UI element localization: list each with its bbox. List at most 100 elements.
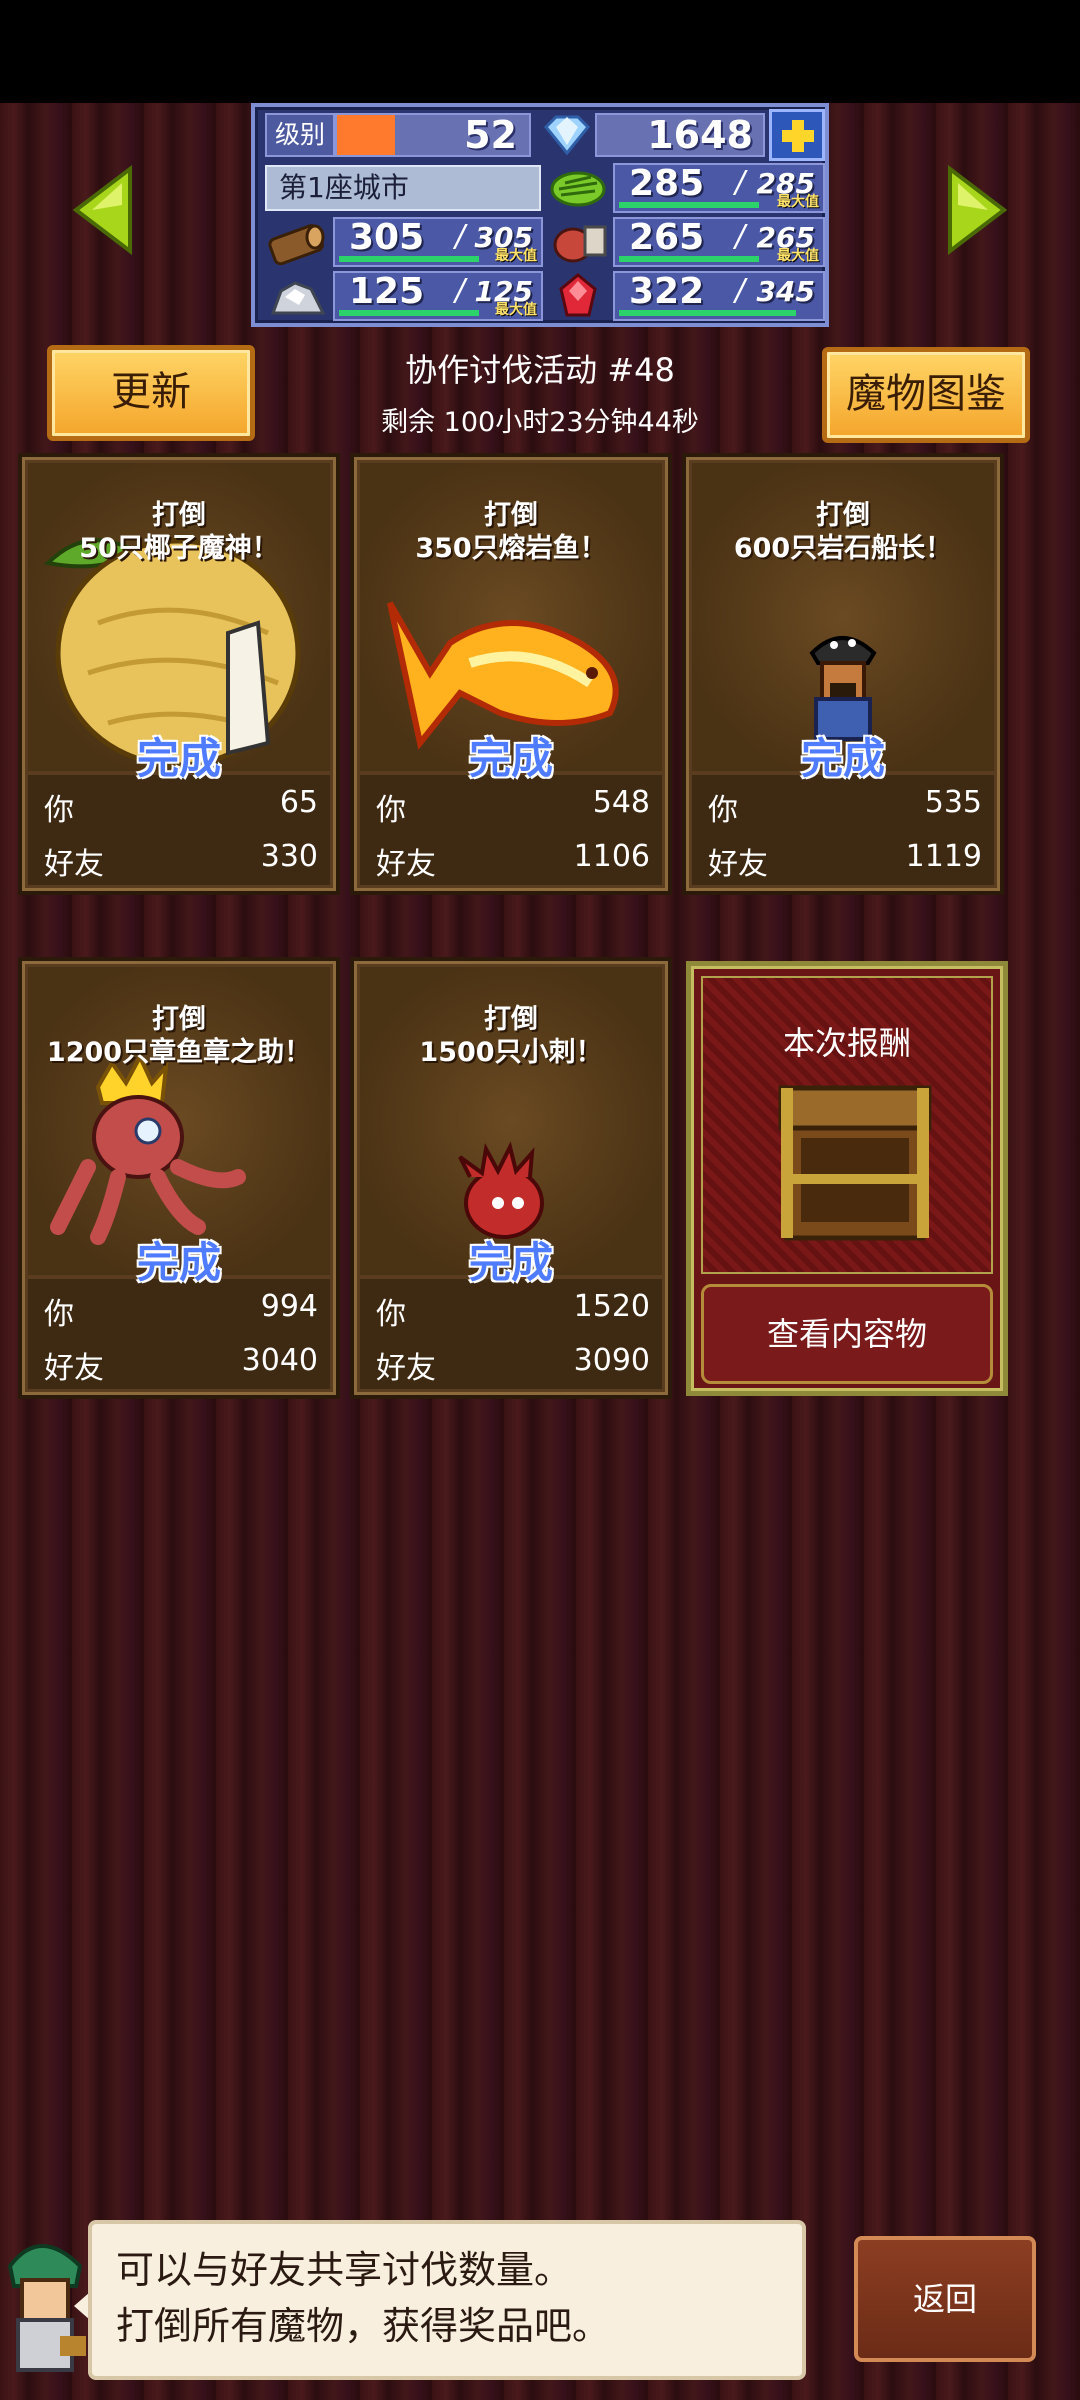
back-button[interactable]: 返回 [854,2236,1036,2362]
meat-value: 265 [629,217,705,258]
friend-label: 好友 [708,847,768,882]
level-progress-fill [337,115,395,155]
grass-value: 285 [629,163,705,204]
quest-title-line2: 1500只小刺！ [419,1037,603,1068]
reward-card: 本次报酬 查看内容物 [686,961,1008,1396]
grass-max-label: 最大值 [777,194,819,210]
city-name[interactable]: 第1座城市 [265,165,541,211]
quest-title: 打倒 600只岩石船长！ [692,499,994,565]
ruby-resource: 322 / 345 [613,271,825,321]
grass-resource: 285 / 285 最大值 [613,163,825,213]
ore-slash: / [455,273,466,308]
friend-row: 好友 1106 [372,839,654,882]
arrow-right-icon [948,164,1008,256]
hint-dialog: 可以与好友共享讨伐数量。 打倒所有魔物，获得奖品吧。 [88,2220,806,2380]
meat-icon [545,217,611,267]
wood-resource: 305 / 305 最大值 [333,217,543,267]
you-row: 你 994 [40,1289,322,1332]
quest-complete-badge: 完成 [468,1238,553,1287]
quest-complete-badge: 完成 [800,734,885,783]
event-time-remaining: 剩余 100小时23分钟44秒 [381,407,699,438]
meat-resource: 265 / 265 最大值 [613,217,825,267]
ruby-icon [545,271,611,321]
refresh-button[interactable]: 更新 [47,345,255,441]
quest-title-line2: 1200只章鱼章之助！ [46,1037,312,1068]
you-count: 65 [279,785,318,820]
status-panel: 级别 52 1648 第1座城市 285 / 285 最大值 305 / 305… [251,103,829,327]
quest-title-line1: 打倒 [484,1004,538,1035]
quest-title-line1: 打倒 [816,500,870,531]
quest-card-rock-captain[interactable]: 打倒 600只岩石船长！ 完成 你 535 好友 1119 [682,453,1004,895]
you-count: 1520 [573,1289,650,1324]
you-label: 你 [44,1297,74,1332]
quest-title-line2: 350只熔岩鱼！ [415,533,607,564]
ruby-bar [619,310,796,316]
quest-card-image-area: 打倒 1500只小刺！ 完成 [360,967,662,1287]
prev-arrow-button[interactable] [72,164,134,256]
you-row: 你 548 [372,785,654,828]
quest-stats: 你 65 好友 330 [28,775,330,885]
friend-count: 3040 [241,1343,318,1378]
quest-title-line1: 打倒 [152,500,206,531]
quest-title-line1: 打倒 [152,1004,206,1035]
you-label: 你 [44,793,74,828]
event-title: 协作讨伐活动 #48 [405,351,675,389]
friend-row: 好友 3040 [40,1343,322,1386]
level-label: 级别 [265,113,335,157]
ruby-max: 345 [756,275,815,308]
quest-card-image-area: 打倒 50只椰子魔神！ 完成 [28,463,330,783]
you-label: 你 [376,1297,406,1332]
level-bar: 52 [335,113,531,157]
meat-max-label: 最大值 [777,248,819,264]
friend-row: 好友 330 [40,839,322,882]
treasure-chest-icon [775,1078,935,1248]
dialog-line2: 打倒所有魔物，获得奖品吧。 [116,2304,611,2348]
next-arrow-button[interactable] [946,164,1008,256]
ore-value: 125 [349,271,425,312]
monster-book-button[interactable]: 魔物图鉴 [822,347,1030,443]
friend-count: 3090 [573,1343,650,1378]
quest-card-image-area: 打倒 1200只章鱼章之助！ 完成 [28,967,330,1287]
quest-card-coconut[interactable]: 打倒 50只椰子魔神！ 完成 你 65 好友 330 [18,453,340,895]
you-label: 你 [708,793,738,828]
friend-count: 1106 [573,839,650,874]
quest-title: 打倒 1200只章鱼章之助！ [28,1003,330,1069]
ruby-value: 322 [629,271,705,312]
you-count: 548 [592,785,650,820]
wood-value: 305 [349,217,425,258]
friend-row: 好友 3090 [372,1343,654,1386]
you-row: 你 1520 [372,1289,654,1332]
top-black-bar [0,0,1080,103]
level-value: 52 [464,113,517,157]
friend-label: 好友 [376,1351,436,1386]
quest-title: 打倒 50只椰子魔神！ [28,499,330,565]
quest-title-line1: 打倒 [484,500,538,531]
diamond-icon [540,113,594,157]
friend-label: 好友 [44,847,104,882]
quest-card-octopus[interactable]: 打倒 1200只章鱼章之助！ 完成 你 994 好友 3040 [18,957,340,1399]
quest-title: 打倒 1500只小刺！ [360,1003,662,1069]
quest-stats: 你 548 好友 1106 [360,775,662,885]
quest-title-line2: 50只椰子魔神！ [79,533,279,564]
friend-label: 好友 [376,847,436,882]
gem-count: 1648 [595,113,765,157]
quest-stats: 你 1520 好友 3090 [360,1279,662,1389]
wood-max-label: 最大值 [495,248,537,264]
grass-slash: / [735,165,746,200]
you-label: 你 [376,793,406,828]
arrow-left-icon [72,164,132,256]
ore-rock-icon [265,271,331,321]
meat-slash: / [735,219,746,254]
meat-bar [619,256,759,262]
friend-count: 1119 [905,839,982,874]
reward-display: 本次报酬 [701,976,993,1274]
dialog-line1: 可以与好友共享讨伐数量。 [116,2248,573,2292]
quest-stats: 你 535 好友 1119 [692,775,994,885]
quest-card-image-area: 打倒 350只熔岩鱼！ 完成 [360,463,662,783]
view-contents-button[interactable]: 查看内容物 [701,1284,993,1384]
quest-card-lava-fish[interactable]: 打倒 350只熔岩鱼！ 完成 你 548 好友 1106 [350,453,672,895]
add-gems-button[interactable] [769,109,825,161]
ore-resource: 125 / 125 最大值 [333,271,543,321]
quest-card-small-spike[interactable]: 打倒 1500只小刺！ 完成 你 1520 好友 3090 [350,957,672,1399]
you-count: 994 [260,1289,318,1324]
